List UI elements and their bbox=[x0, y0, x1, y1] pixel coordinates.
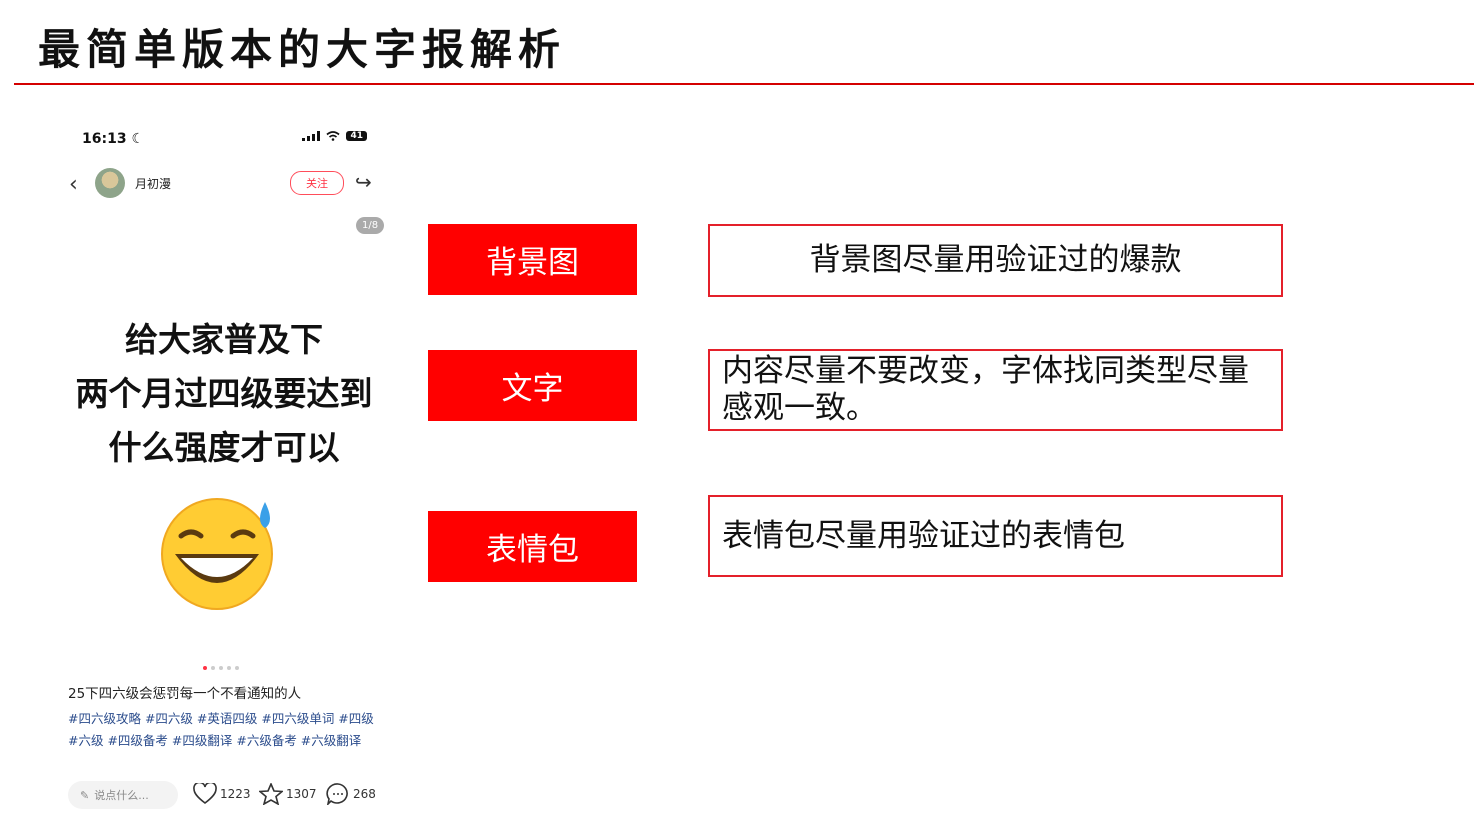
desc-sticker: 表情包尽量用验证过的表情包 bbox=[708, 495, 1283, 577]
heart-icon bbox=[193, 783, 217, 805]
pencil-icon: ✎ bbox=[80, 788, 90, 802]
desc-background-image: 背景图尽量用验证过的爆款 bbox=[708, 224, 1283, 297]
username[interactable]: 月初漫 bbox=[135, 175, 171, 192]
star-button[interactable]: 1307 bbox=[259, 783, 317, 805]
star-count: 1307 bbox=[286, 787, 317, 801]
phone-screenshot: 16:13 ☾ 41 ‹ 月初漫 关注 ↪ 1/8 给大家普及下 两个月过四级要… bbox=[55, 118, 393, 813]
image-pager-badge: 1/8 bbox=[356, 217, 385, 234]
like-count: 1223 bbox=[220, 787, 251, 801]
label-sticker: 表情包 bbox=[428, 511, 637, 582]
back-icon[interactable]: ‹ bbox=[69, 172, 78, 197]
wifi-icon bbox=[326, 131, 341, 141]
post-tags[interactable]: #四六级攻略 #四六级 #英语四级 #四六级单词 #四级 #六级 #四级备考 #… bbox=[68, 708, 380, 752]
avatar[interactable] bbox=[95, 168, 125, 198]
post-text-line-3: 什么强度才可以 bbox=[108, 428, 340, 467]
signal-icon bbox=[302, 131, 321, 141]
label-text: 文字 bbox=[428, 350, 637, 421]
comment-button[interactable]: 268 bbox=[326, 783, 376, 805]
comment-placeholder: 说点什么... bbox=[94, 789, 149, 802]
follow-button[interactable]: 关注 bbox=[290, 171, 344, 195]
comment-icon bbox=[326, 783, 348, 805]
label-background-image: 背景图 bbox=[428, 224, 637, 295]
like-button[interactable]: 1223 bbox=[193, 783, 251, 805]
moon-icon: ☾ bbox=[131, 131, 145, 147]
share-icon[interactable]: ↪ bbox=[355, 170, 372, 194]
comment-input[interactable]: ✎ 说点什么... bbox=[68, 781, 178, 809]
battery-icon: 41 bbox=[346, 131, 367, 141]
post-caption: 25下四六级会惩罚每一个不看通知的人 bbox=[68, 686, 302, 702]
status-time: 16:13 ☾ bbox=[82, 131, 144, 147]
star-icon bbox=[259, 783, 283, 805]
status-icons: 41 bbox=[302, 131, 367, 141]
desc-text: 内容尽量不要改变，字体找同类型尽量感观一致。 bbox=[708, 349, 1283, 431]
status-time-text: 16:13 bbox=[82, 131, 127, 147]
grinning-sweat-emoji-icon bbox=[161, 498, 273, 610]
slide-title: 最简单版本的大字报解析 bbox=[38, 25, 567, 74]
comment-count: 268 bbox=[353, 787, 376, 801]
post-text-line-1: 给大家普及下 bbox=[125, 320, 323, 359]
title-divider bbox=[14, 83, 1474, 85]
carousel-dots bbox=[203, 666, 239, 670]
post-text-line-2: 两个月过四级要达到 bbox=[75, 374, 373, 413]
